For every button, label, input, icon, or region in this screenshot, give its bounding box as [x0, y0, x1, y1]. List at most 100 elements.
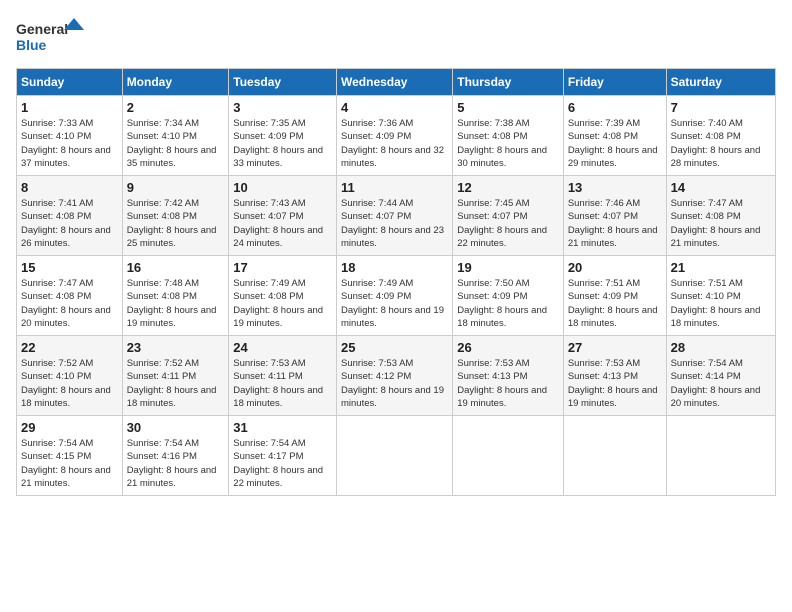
- day-info: Sunrise: 7:51 AM Sunset: 4:10 PM Dayligh…: [671, 277, 771, 330]
- calendar-cell: 17 Sunrise: 7:49 AM Sunset: 4:08 PM Dayli…: [229, 256, 337, 336]
- calendar-cell: 16 Sunrise: 7:48 AM Sunset: 4:08 PM Dayli…: [122, 256, 229, 336]
- day-info: Sunrise: 7:52 AM Sunset: 4:11 PM Dayligh…: [127, 357, 225, 410]
- calendar-cell: 24 Sunrise: 7:53 AM Sunset: 4:11 PM Dayli…: [229, 336, 337, 416]
- header-day: Friday: [563, 69, 666, 96]
- calendar-cell: 15 Sunrise: 7:47 AM Sunset: 4:08 PM Dayli…: [17, 256, 123, 336]
- calendar-cell: 27Sunrise: 7:53 AM Sunset: 4:13 PM Dayli…: [563, 336, 666, 416]
- day-info: Sunrise: 7:45 AM Sunset: 4:07 PM Dayligh…: [457, 197, 559, 250]
- calendar-cell: 30Sunrise: 7:54 AM Sunset: 4:16 PM Dayli…: [122, 416, 229, 496]
- calendar-cell: 6 Sunrise: 7:39 AM Sunset: 4:08 PM Daylig…: [563, 96, 666, 176]
- day-info: Sunrise: 7:49 AM Sunset: 4:09 PM Dayligh…: [341, 277, 448, 330]
- day-number: 20: [568, 260, 662, 275]
- day-number: 8: [21, 180, 118, 195]
- calendar-cell: 13 Sunrise: 7:46 AM Sunset: 4:07 PM Dayli…: [563, 176, 666, 256]
- calendar-cell: 26 Sunrise: 7:53 AM Sunset: 4:13 PM Dayli…: [453, 336, 564, 416]
- header-day: Saturday: [666, 69, 775, 96]
- day-number: 15: [21, 260, 118, 275]
- logo-svg: General Blue: [16, 16, 86, 60]
- day-info: Sunrise: 7:42 AM Sunset: 4:08 PM Dayligh…: [127, 197, 225, 250]
- calendar-cell: 9 Sunrise: 7:42 AM Sunset: 4:08 PM Daylig…: [122, 176, 229, 256]
- day-info: Sunrise: 7:39 AM Sunset: 4:08 PM Dayligh…: [568, 117, 662, 170]
- day-info: Sunrise: 7:51 AM Sunset: 4:09 PM Dayligh…: [568, 277, 662, 330]
- calendar-week-row: 1 Sunrise: 7:33 AM Sunset: 4:10 PM Daylig…: [17, 96, 776, 176]
- calendar-cell: [563, 416, 666, 496]
- day-info: Sunrise: 7:33 AM Sunset: 4:10 PM Dayligh…: [21, 117, 118, 170]
- calendar-cell: 18 Sunrise: 7:49 AM Sunset: 4:09 PM Dayli…: [337, 256, 453, 336]
- day-info: Sunrise: 7:54 AM Sunset: 4:15 PM Dayligh…: [21, 437, 118, 490]
- calendar-cell: 19 Sunrise: 7:50 AM Sunset: 4:09 PM Dayli…: [453, 256, 564, 336]
- logo: General Blue: [16, 16, 86, 60]
- day-number: 16: [127, 260, 225, 275]
- day-info: Sunrise: 7:54 AM Sunset: 4:14 PM Dayligh…: [671, 357, 771, 410]
- calendar-cell: 5 Sunrise: 7:38 AM Sunset: 4:08 PM Daylig…: [453, 96, 564, 176]
- header-day: Monday: [122, 69, 229, 96]
- day-info: Sunrise: 7:53 AM Sunset: 4:11 PM Dayligh…: [233, 357, 332, 410]
- calendar-cell: 14 Sunrise: 7:47 AM Sunset: 4:08 PM Dayli…: [666, 176, 775, 256]
- day-info: Sunrise: 7:49 AM Sunset: 4:08 PM Dayligh…: [233, 277, 332, 330]
- day-number: 29: [21, 420, 118, 435]
- day-info: Sunrise: 7:35 AM Sunset: 4:09 PM Dayligh…: [233, 117, 332, 170]
- calendar-cell: 28Sunrise: 7:54 AM Sunset: 4:14 PM Dayli…: [666, 336, 775, 416]
- calendar-cell: 22 Sunrise: 7:52 AM Sunset: 4:10 PM Dayli…: [17, 336, 123, 416]
- day-number: 22: [21, 340, 118, 355]
- day-number: 10: [233, 180, 332, 195]
- day-number: 26: [457, 340, 559, 355]
- day-number: 27: [568, 340, 662, 355]
- day-number: 12: [457, 180, 559, 195]
- day-info: Sunrise: 7:47 AM Sunset: 4:08 PM Dayligh…: [671, 197, 771, 250]
- day-number: 9: [127, 180, 225, 195]
- calendar-cell: 4Sunrise: 7:36 AM Sunset: 4:09 PM Daylig…: [337, 96, 453, 176]
- day-number: 25: [341, 340, 448, 355]
- calendar-cell: 31Sunrise: 7:54 AM Sunset: 4:17 PM Dayli…: [229, 416, 337, 496]
- day-info: Sunrise: 7:46 AM Sunset: 4:07 PM Dayligh…: [568, 197, 662, 250]
- header-day: Sunday: [17, 69, 123, 96]
- day-number: 11: [341, 180, 448, 195]
- calendar-cell: 3 Sunrise: 7:35 AM Sunset: 4:09 PM Daylig…: [229, 96, 337, 176]
- day-info: Sunrise: 7:38 AM Sunset: 4:08 PM Dayligh…: [457, 117, 559, 170]
- header-day: Tuesday: [229, 69, 337, 96]
- calendar-cell: 1 Sunrise: 7:33 AM Sunset: 4:10 PM Daylig…: [17, 96, 123, 176]
- day-info: Sunrise: 7:41 AM Sunset: 4:08 PM Dayligh…: [21, 197, 118, 250]
- calendar-cell: [453, 416, 564, 496]
- day-number: 30: [127, 420, 225, 435]
- header-day: Thursday: [453, 69, 564, 96]
- svg-text:Blue: Blue: [16, 37, 47, 53]
- svg-text:General: General: [16, 21, 68, 37]
- calendar-cell: 11 Sunrise: 7:44 AM Sunset: 4:07 PM Dayli…: [337, 176, 453, 256]
- day-info: Sunrise: 7:44 AM Sunset: 4:07 PM Dayligh…: [341, 197, 448, 250]
- calendar-cell: 2Sunrise: 7:34 AM Sunset: 4:10 PM Daylig…: [122, 96, 229, 176]
- day-number: 14: [671, 180, 771, 195]
- calendar-cell: 8 Sunrise: 7:41 AM Sunset: 4:08 PM Daylig…: [17, 176, 123, 256]
- day-info: Sunrise: 7:47 AM Sunset: 4:08 PM Dayligh…: [21, 277, 118, 330]
- calendar-cell: 29 Sunrise: 7:54 AM Sunset: 4:15 PM Dayli…: [17, 416, 123, 496]
- calendar-week-row: 15 Sunrise: 7:47 AM Sunset: 4:08 PM Dayli…: [17, 256, 776, 336]
- day-number: 1: [21, 100, 118, 115]
- day-number: 19: [457, 260, 559, 275]
- day-info: Sunrise: 7:53 AM Sunset: 4:12 PM Dayligh…: [341, 357, 448, 410]
- calendar-cell: 25 Sunrise: 7:53 AM Sunset: 4:12 PM Dayli…: [337, 336, 453, 416]
- calendar-table: SundayMondayTuesdayWednesdayThursdayFrid…: [16, 68, 776, 496]
- calendar-week-row: 29 Sunrise: 7:54 AM Sunset: 4:15 PM Dayli…: [17, 416, 776, 496]
- calendar-cell: [666, 416, 775, 496]
- header: General Blue: [16, 16, 776, 60]
- day-info: Sunrise: 7:53 AM Sunset: 4:13 PM Dayligh…: [457, 357, 559, 410]
- calendar-week-row: 8 Sunrise: 7:41 AM Sunset: 4:08 PM Daylig…: [17, 176, 776, 256]
- calendar-cell: 23Sunrise: 7:52 AM Sunset: 4:11 PM Dayli…: [122, 336, 229, 416]
- calendar-cell: 21Sunrise: 7:51 AM Sunset: 4:10 PM Dayli…: [666, 256, 775, 336]
- day-info: Sunrise: 7:48 AM Sunset: 4:08 PM Dayligh…: [127, 277, 225, 330]
- day-number: 13: [568, 180, 662, 195]
- day-info: Sunrise: 7:50 AM Sunset: 4:09 PM Dayligh…: [457, 277, 559, 330]
- day-number: 31: [233, 420, 332, 435]
- day-number: 18: [341, 260, 448, 275]
- calendar-cell: [337, 416, 453, 496]
- calendar-cell: 12 Sunrise: 7:45 AM Sunset: 4:07 PM Dayli…: [453, 176, 564, 256]
- day-info: Sunrise: 7:52 AM Sunset: 4:10 PM Dayligh…: [21, 357, 118, 410]
- day-info: Sunrise: 7:34 AM Sunset: 4:10 PM Dayligh…: [127, 117, 225, 170]
- day-number: 17: [233, 260, 332, 275]
- day-number: 4: [341, 100, 448, 115]
- day-number: 5: [457, 100, 559, 115]
- day-number: 3: [233, 100, 332, 115]
- day-info: Sunrise: 7:43 AM Sunset: 4:07 PM Dayligh…: [233, 197, 332, 250]
- day-number: 24: [233, 340, 332, 355]
- day-number: 6: [568, 100, 662, 115]
